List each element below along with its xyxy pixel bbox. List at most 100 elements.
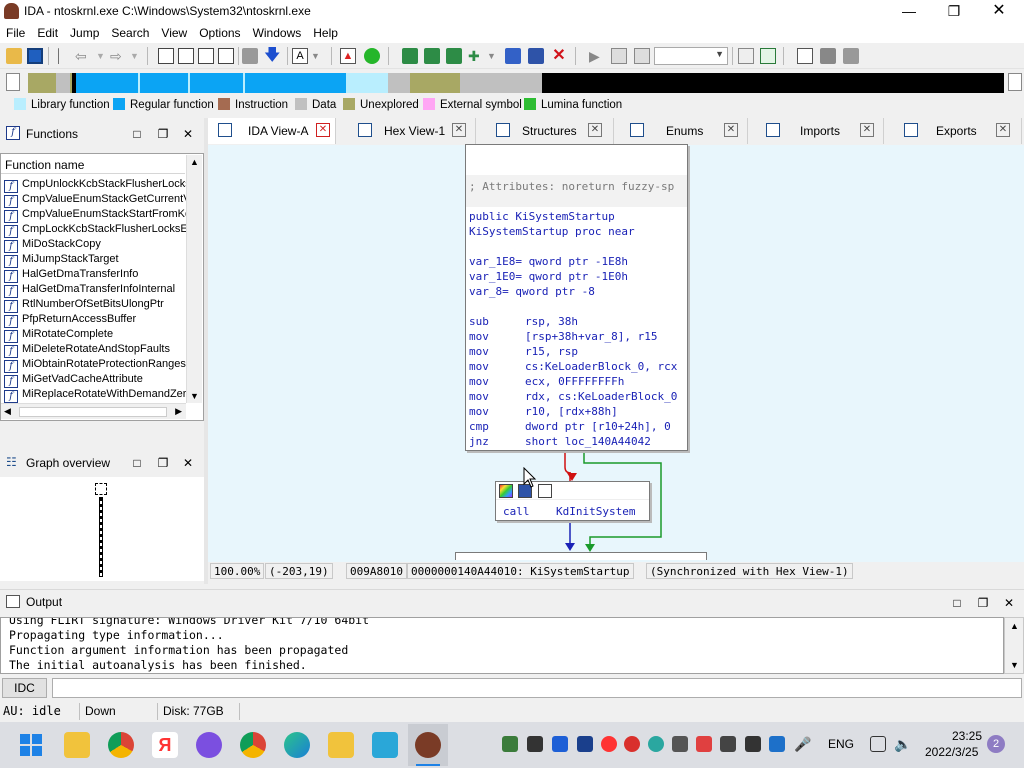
list-icon[interactable]	[797, 48, 813, 64]
output-maximize-button[interactable]: □	[950, 596, 964, 610]
instruction-line[interactable]: cmp dword ptr [r10+24h], 0	[469, 419, 671, 434]
binary-search-icon[interactable]	[158, 48, 174, 64]
functions-hscrollbar[interactable]: ◀ ▶	[1, 403, 186, 419]
folder-icon[interactable]	[328, 732, 354, 758]
function-list-item[interactable]: f MiReplaceRotateWithDemandZer	[4, 388, 186, 403]
output-scrollbar[interactable]: ▲ ▼	[1004, 617, 1024, 674]
notification-badge[interactable]: 2	[987, 735, 1005, 753]
edit-icon[interactable]	[528, 48, 544, 64]
breakpoint-icon[interactable]	[820, 48, 836, 64]
tray-app-icon[interactable]	[502, 736, 518, 752]
tray-yandex-icon[interactable]	[601, 736, 617, 752]
instruction-line[interactable]: mov r15, rsp	[469, 344, 578, 359]
functions-column-header[interactable]: Function name	[1, 155, 185, 174]
tray-app-icon[interactable]	[624, 736, 640, 752]
notepad-icon[interactable]	[372, 732, 398, 758]
color-node-icon[interactable]	[499, 484, 513, 498]
graph-node-call[interactable]: call KdInitSystem	[495, 481, 650, 521]
tab-close-icon[interactable]: ✕	[452, 123, 466, 137]
text-mode-icon[interactable]: A	[292, 48, 308, 64]
add-item-dropdown-icon[interactable]: ▼	[487, 48, 503, 64]
menu-edit[interactable]: Edit	[31, 23, 64, 42]
command-input[interactable]	[52, 678, 1022, 698]
panel-maximize-button[interactable]: □	[130, 127, 144, 141]
minimize-button[interactable]: —	[886, 0, 932, 23]
add-item-icon[interactable]: ✚	[468, 48, 484, 64]
maximize-button[interactable]: ❐	[931, 0, 977, 23]
tray-app-icon[interactable]	[648, 736, 664, 752]
panel-close-button[interactable]: ✕	[181, 127, 195, 141]
instruction-line[interactable]: mov r10, [rdx+88h]	[469, 404, 618, 419]
forward-dropdown-icon[interactable]: ▼	[130, 48, 146, 64]
input-language[interactable]: ENG	[828, 737, 854, 751]
function-list-item[interactable]: f HalGetDmaTransferInfo	[4, 268, 186, 283]
panel-float-button[interactable]: ❐	[156, 127, 170, 141]
chrome-icon[interactable]	[108, 732, 134, 758]
trace-icon[interactable]	[738, 48, 754, 64]
tray-app-icon[interactable]	[745, 736, 761, 752]
navigator-strip[interactable]	[28, 73, 1004, 93]
save-icon[interactable]	[27, 48, 43, 64]
microphone-icon[interactable]: 🎤	[794, 736, 811, 752]
debugger-select[interactable]: ▼	[654, 47, 728, 65]
warning-icon[interactable]: ▲	[340, 48, 356, 64]
instruction-line[interactable]: jnz short loc_140A44042	[469, 434, 651, 449]
tray-app-icon[interactable]	[527, 736, 543, 752]
overview-close-button[interactable]: ✕	[181, 456, 195, 470]
function-list-item[interactable]: f MiDoStackCopy	[4, 238, 186, 253]
function-list-item[interactable]: f MiRotateComplete	[4, 328, 186, 343]
function-list-item[interactable]: f CmpUnlockKcbStackFlusherLocksE	[4, 178, 186, 193]
instruction-line[interactable]: sub rsp, 38h	[469, 314, 578, 329]
graph-node-next[interactable]	[455, 552, 707, 560]
function-list-item[interactable]: f CmpValueEnumStackGetCurrentV	[4, 193, 186, 208]
menu-options[interactable]: Options	[193, 23, 246, 42]
instruction-line[interactable]: mov rdx, cs:KeLoaderBlock_0	[469, 389, 677, 404]
tab-close-icon[interactable]: ✕	[996, 123, 1010, 137]
function-list-item[interactable]: f MiObtainRotateProtectionRanges	[4, 358, 186, 373]
functions-vscrollbar[interactable]: ▲ ▼	[186, 155, 202, 403]
stop-debug-icon[interactable]	[634, 48, 650, 64]
pin-icon[interactable]: │	[55, 48, 71, 64]
tab-close-icon[interactable]: ✕	[316, 123, 330, 137]
output-float-button[interactable]: ❐	[976, 596, 990, 610]
function-list-item[interactable]: f RtlNumberOfSetBitsUlongPtr	[4, 298, 186, 313]
function-list-item[interactable]: f MiGetVadCacheAttribute	[4, 373, 186, 388]
print-icon[interactable]	[242, 48, 258, 64]
tab-exports[interactable]: Exports ✕	[894, 118, 1022, 144]
settings-icon[interactable]	[843, 48, 859, 64]
tab-close-icon[interactable]: ✕	[588, 123, 602, 137]
pause-debug-icon[interactable]	[611, 48, 627, 64]
tray-app-icon[interactable]	[696, 736, 712, 752]
tab-close-icon[interactable]: ✕	[724, 123, 738, 137]
close-button[interactable]: ✕	[976, 0, 1022, 23]
plugin-icon[interactable]	[505, 48, 521, 64]
tray-app-icon[interactable]	[672, 736, 688, 752]
jump-down-icon[interactable]: 🡇	[264, 48, 280, 64]
instruction-line[interactable]: mov cs:KeLoaderBlock_0, rcx	[469, 359, 677, 374]
green-circle-icon[interactable]	[364, 48, 380, 64]
clock-date[interactable]: 2022/3/25	[925, 745, 978, 759]
menu-help[interactable]: Help	[307, 23, 344, 42]
function-list-item[interactable]: f MiDeleteRotateAndStopFaults	[4, 343, 186, 358]
function-name-column[interactable]: Function name	[5, 158, 84, 172]
tab-structures[interactable]: Structures ✕	[486, 118, 614, 144]
instruction-line[interactable]: mov ecx, 0FFFFFFFFh	[469, 374, 624, 389]
windows-start-icon[interactable]	[20, 734, 42, 756]
menu-file[interactable]: File	[0, 23, 31, 42]
delete-icon[interactable]: ✕	[551, 48, 567, 64]
search-next-icon[interactable]	[218, 48, 234, 64]
function-list-item[interactable]: f MiJumpStackTarget	[4, 253, 186, 268]
function-list-item[interactable]: f PfpReturnAccessBuffer	[4, 313, 186, 328]
tab-close-icon[interactable]: ✕	[860, 123, 874, 137]
clock-time[interactable]: 23:25	[952, 729, 982, 743]
nav-right-handle[interactable]	[1008, 73, 1022, 91]
immediate-search-icon[interactable]	[198, 48, 214, 64]
graph-overview-canvas[interactable]	[0, 477, 204, 581]
alice-icon[interactable]	[196, 732, 222, 758]
text-mode-dropdown-icon[interactable]: ▼	[311, 48, 327, 64]
ida-taskbar-active[interactable]	[408, 724, 448, 766]
tray-app-icon[interactable]	[720, 736, 736, 752]
instruction-line[interactable]: mov [rsp+38h+var_8], r15	[469, 329, 657, 344]
menu-search[interactable]: Search	[105, 23, 155, 42]
output-log[interactable]: Using FLIRT signature: Windows Driver Ki…	[0, 617, 1004, 674]
